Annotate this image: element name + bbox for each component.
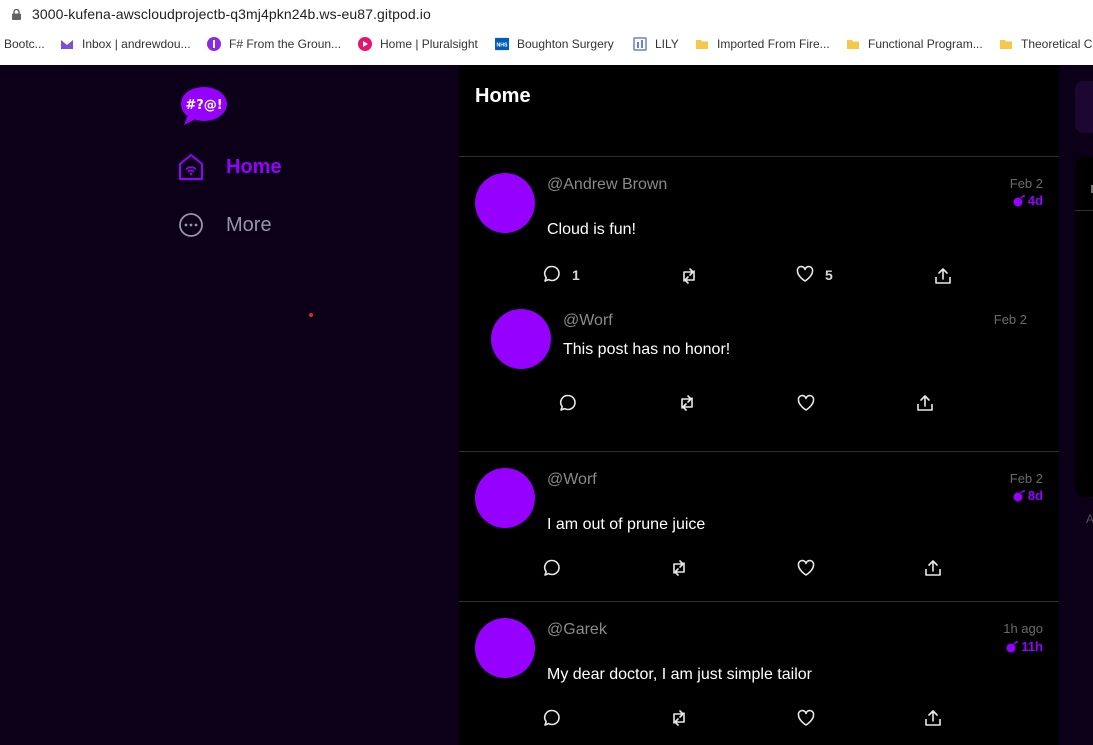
proton-mail-icon	[61, 40, 73, 49]
share-icon[interactable]	[923, 708, 943, 728]
activity-item[interactable]: @Garek 1h ago 11h My dear doctor, I am j…	[459, 602, 1059, 745]
pluralsight-icon	[358, 37, 372, 51]
bomb-icon	[1006, 640, 1019, 652]
svg-text:NHS: NHS	[496, 43, 508, 49]
lily-icon	[633, 37, 647, 51]
nhs-icon: NHS	[495, 37, 509, 51]
reply-handle[interactable]: @Worf	[563, 312, 613, 330]
bomb-icon	[1013, 194, 1025, 206]
activity-date: Feb 2	[1009, 176, 1043, 191]
folder-icon	[847, 40, 859, 49]
home-icon	[179, 154, 203, 180]
activity-expiry: 11h	[1005, 639, 1043, 654]
activity-item[interactable]: @Andrew Brown Feb 2 4d Cloud is fun! 1 5…	[459, 157, 1059, 369]
activity-handle[interactable]: @Andrew Brown	[547, 176, 667, 194]
bookmark-boughton-surgery[interactable]: NHS Boughton Surgery	[495, 37, 614, 51]
bomb-icon	[1013, 489, 1025, 501]
page-title: Home	[475, 85, 531, 107]
bookmark-folder-functional[interactable]: Functional Program...	[846, 37, 983, 51]
url-text[interactable]: 3000-kufena-awscloudprojectb-q3mj4pkn24b…	[32, 6, 431, 22]
feed-header: Home	[459, 65, 1059, 157]
right-sidebar: A	[1059, 65, 1093, 745]
activity-message: My dear doctor, I am just simple tailor	[547, 666, 812, 683]
like-icon[interactable]	[796, 558, 816, 578]
bookmark-folder-imported[interactable]: Imported From Fire...	[695, 37, 830, 51]
suggestions-panel	[1075, 157, 1093, 497]
activity-date: Feb 2	[1009, 471, 1043, 486]
like-icon[interactable]	[796, 708, 816, 728]
bookmark-inbox[interactable]: Inbox | andrewdou...	[60, 37, 191, 51]
activity-date: 1h ago	[1003, 621, 1043, 636]
panel-divider	[1075, 210, 1093, 211]
share-icon[interactable]	[933, 266, 953, 286]
folder-icon	[696, 40, 708, 49]
cursor-dot	[309, 313, 313, 317]
reply-date: Feb 2	[993, 312, 1027, 327]
bookmark-bootcamp[interactable]: Bootc...	[4, 37, 45, 51]
repost-icon[interactable]	[677, 393, 697, 413]
reply-icon[interactable]	[542, 264, 562, 284]
nav-more-label: More	[226, 213, 272, 236]
right-text-fragment: A	[1086, 512, 1093, 526]
reply-message: This post has no honor!	[563, 341, 731, 358]
like-icon[interactable]	[795, 264, 815, 284]
lock-icon	[12, 9, 21, 20]
more-icon	[179, 213, 203, 237]
reply-avatar[interactable]	[491, 309, 551, 369]
app-logo[interactable]: #?@!	[179, 85, 229, 127]
bookmark-pluralsight[interactable]: Home | Pluralsight	[358, 37, 478, 51]
like-count: 5	[825, 267, 833, 283]
sidebar: #?@! Home More	[0, 65, 459, 745]
repost-icon[interactable]	[679, 266, 699, 286]
avatar[interactable]	[475, 618, 535, 678]
home-feed: Home @Andrew Brown Feb 2 4d Cloud is fun…	[459, 65, 1059, 745]
reply-icon[interactable]	[542, 558, 562, 578]
activity-expiry: 4d	[1012, 193, 1043, 208]
bookmark-fsharp[interactable]: F# From the Groun...	[207, 37, 341, 51]
reply-actions	[459, 390, 1059, 450]
activity-message: I am out of prune juice	[547, 516, 706, 533]
bookmarks-bar: Bootc... Inbox | andrewdou... F# From th…	[0, 34, 1093, 58]
like-icon[interactable]	[796, 393, 816, 413]
nav-home-label: Home	[226, 155, 282, 178]
search-box[interactable]	[1075, 81, 1093, 133]
browser-chrome: 3000-kufena-awscloudprojectb-q3mj4pkn24b…	[0, 0, 1093, 65]
avatar[interactable]	[475, 468, 535, 528]
share-icon[interactable]	[923, 558, 943, 578]
nav-item-home[interactable]: Home	[178, 153, 282, 181]
avatar[interactable]	[475, 173, 535, 233]
activity-handle[interactable]: @Garek	[547, 621, 607, 639]
bookmark-folder-theoretical[interactable]: Theoretical Co	[999, 37, 1093, 51]
nav-item-more[interactable]: More	[178, 212, 272, 238]
activity-expiry: 8d	[1012, 488, 1043, 503]
fsharp-site-icon	[207, 37, 221, 51]
reply-icon[interactable]	[542, 708, 562, 728]
reply-count: 1	[572, 267, 580, 283]
reply-icon[interactable]	[558, 393, 578, 413]
bookmark-lily[interactable]: LILY	[633, 37, 679, 51]
activity-message: Cloud is fun!	[547, 221, 636, 238]
folder-icon	[1000, 40, 1012, 49]
repost-icon[interactable]	[669, 708, 689, 728]
activity-handle[interactable]: @Worf	[547, 471, 597, 489]
activity-item[interactable]: @Worf Feb 2 8d I am out of prune juice	[459, 452, 1059, 601]
share-icon[interactable]	[915, 393, 935, 413]
repost-icon[interactable]	[669, 558, 689, 578]
logo-text: #?@!	[185, 98, 222, 113]
address-bar[interactable]: 3000-kufena-awscloudprojectb-q3mj4pkn24b…	[0, 0, 1093, 30]
